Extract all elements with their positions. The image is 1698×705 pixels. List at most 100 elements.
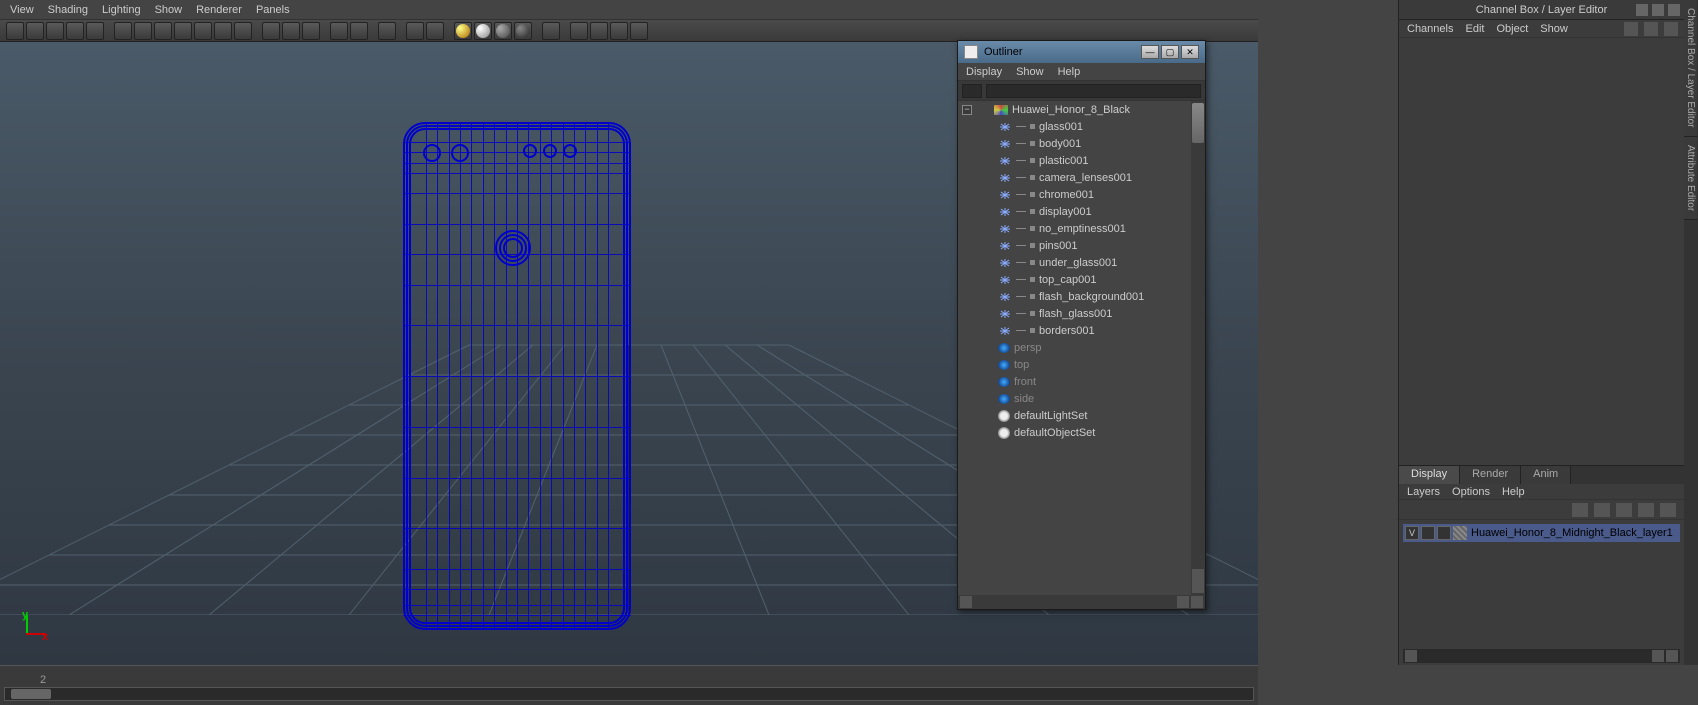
panel-close-icon[interactable] (1668, 4, 1680, 16)
layer-menu-options[interactable]: Options (1452, 486, 1490, 498)
scroll-right-end-icon[interactable] (1191, 596, 1203, 608)
outliner-camera[interactable]: side (958, 390, 1191, 407)
outliner-item[interactable]: display001 (958, 203, 1191, 220)
tool-bookmark-icon[interactable] (26, 22, 44, 40)
menu-shading[interactable]: Shading (48, 4, 88, 16)
scroll-left-icon[interactable] (1405, 650, 1417, 662)
shading-ball-1-icon[interactable] (454, 22, 472, 40)
tool-smooth-shade-icon[interactable] (282, 22, 300, 40)
tool-film-gate-icon[interactable] (134, 22, 152, 40)
outliner-set[interactable]: defaultObjectSet (958, 424, 1191, 441)
tool-field-chart-icon[interactable] (194, 22, 212, 40)
cb-menu-edit[interactable]: Edit (1465, 23, 1484, 35)
panel-maximize-icon[interactable] (1652, 4, 1664, 16)
outliner-camera[interactable]: front (958, 373, 1191, 390)
tool-exposure-icon[interactable] (542, 22, 560, 40)
tool-resolution-gate-icon[interactable] (154, 22, 172, 40)
cb-menu-show[interactable]: Show (1540, 23, 1568, 35)
timeline-knob[interactable] (11, 689, 51, 699)
outliner-set[interactable]: defaultLightSet (958, 407, 1191, 424)
layer-display-type-toggle[interactable] (1437, 526, 1451, 540)
outliner-item[interactable]: pins001 (958, 237, 1191, 254)
shading-ball-3-icon[interactable] (494, 22, 512, 40)
tool-wireframe-icon[interactable] (262, 22, 280, 40)
tool-safe-action-icon[interactable] (214, 22, 232, 40)
maximize-icon[interactable]: ▢ (1161, 45, 1179, 59)
tool-xray-icon[interactable] (406, 22, 424, 40)
layer-row[interactable]: V Huawei_Honor_8_Midnight_Black_layer1 (1403, 524, 1680, 542)
side-tab-channel-box[interactable]: Channel Box / Layer Editor (1684, 0, 1697, 137)
outliner-menu-display[interactable]: Display (966, 66, 1002, 78)
outliner-item[interactable]: no_emptiness001 (958, 220, 1191, 237)
scroll-right-end-icon[interactable] (1666, 650, 1678, 662)
tool-grid-icon[interactable] (114, 22, 132, 40)
layer-scrollbar[interactable] (1403, 649, 1680, 663)
outliner-menu-help[interactable]: Help (1058, 66, 1081, 78)
cb-menu-object[interactable]: Object (1496, 23, 1528, 35)
layer-new-selected-icon[interactable] (1594, 503, 1610, 517)
tool-grease-icon[interactable] (86, 22, 104, 40)
tool-shadows-icon[interactable] (350, 22, 368, 40)
speed-icon[interactable] (1644, 22, 1658, 36)
outliner-item[interactable]: chrome001 (958, 186, 1191, 203)
tool-screen-space-ao-icon[interactable] (610, 22, 628, 40)
menu-panels[interactable]: Panels (256, 4, 290, 16)
side-tab-attribute-editor[interactable]: Attribute Editor (1684, 137, 1697, 220)
scroll-down-icon[interactable] (1192, 581, 1204, 593)
layer-visibility-toggle[interactable]: V (1405, 526, 1419, 540)
outliner-titlebar[interactable]: Outliner — ▢ ✕ (958, 41, 1205, 63)
outliner-item[interactable]: glass001 (958, 118, 1191, 135)
search-icon[interactable] (962, 84, 982, 98)
scrollbar-thumb[interactable] (1192, 103, 1204, 143)
panel-undock-icon[interactable] (1636, 4, 1648, 16)
tool-xray-joints-icon[interactable] (426, 22, 444, 40)
cb-menu-channels[interactable]: Channels (1407, 23, 1453, 35)
menu-show[interactable]: Show (155, 4, 183, 16)
tool-anti-alias-icon[interactable] (630, 22, 648, 40)
timeline-slider[interactable] (4, 687, 1254, 701)
menu-lighting[interactable]: Lighting (102, 4, 141, 16)
layer-menu-layers[interactable]: Layers (1407, 486, 1440, 498)
layer-tab-display[interactable]: Display (1399, 466, 1460, 484)
outliner-item[interactable]: under_glass001 (958, 254, 1191, 271)
menu-view[interactable]: View (10, 4, 34, 16)
tool-image-plane-icon[interactable] (46, 22, 64, 40)
manip-icon[interactable] (1624, 22, 1638, 36)
menu-renderer[interactable]: Renderer (196, 4, 242, 16)
tool-motion-blur-icon[interactable] (570, 22, 588, 40)
close-icon[interactable]: ✕ (1181, 45, 1199, 59)
outliner-item[interactable]: flash_background001 (958, 288, 1191, 305)
outliner-scrollbar-horizontal[interactable] (958, 595, 1205, 609)
tool-use-all-lights-icon[interactable] (330, 22, 348, 40)
tool-textured-icon[interactable] (302, 22, 320, 40)
scroll-right-icon[interactable] (1652, 650, 1664, 662)
tool-2d-pan-icon[interactable] (66, 22, 84, 40)
outliner-scrollbar-vertical[interactable] (1191, 101, 1205, 595)
hyper-icon[interactable] (1664, 22, 1678, 36)
shading-ball-2-icon[interactable] (474, 22, 492, 40)
timeline[interactable]: 2 (0, 665, 1258, 705)
outliner-item[interactable]: camera_lenses001 (958, 169, 1191, 186)
tool-select-camera-icon[interactable] (6, 22, 24, 40)
layer-menu-help[interactable]: Help (1502, 486, 1525, 498)
layer-new-icon[interactable] (1572, 503, 1588, 517)
outliner-camera[interactable]: persp (958, 339, 1191, 356)
scroll-right-icon[interactable] (1177, 596, 1189, 608)
outliner-item[interactable]: flash_glass001 (958, 305, 1191, 322)
layer-tab-render[interactable]: Render (1460, 466, 1521, 484)
tool-isolate-select-icon[interactable] (378, 22, 396, 40)
outliner-search-input[interactable] (986, 84, 1201, 98)
layer-move-up-icon[interactable] (1616, 503, 1632, 517)
tool-safe-title-icon[interactable] (234, 22, 252, 40)
minimize-icon[interactable]: — (1141, 45, 1159, 59)
scroll-left-icon[interactable] (960, 596, 972, 608)
layer-playback-toggle[interactable] (1421, 526, 1435, 540)
layer-sort-icon[interactable] (1660, 503, 1676, 517)
outliner-item[interactable]: top_cap001 (958, 271, 1191, 288)
outliner-item[interactable]: borders001 (958, 322, 1191, 339)
expand-icon[interactable]: − (962, 105, 972, 115)
layer-move-down-icon[interactable] (1638, 503, 1654, 517)
outliner-window[interactable]: Outliner — ▢ ✕ Display Show Help − Huawe… (957, 40, 1206, 610)
layer-tab-anim[interactable]: Anim (1521, 466, 1571, 484)
outliner-tree[interactable]: − Huawei_Honor_8_Black glass001body001pl… (958, 101, 1191, 595)
